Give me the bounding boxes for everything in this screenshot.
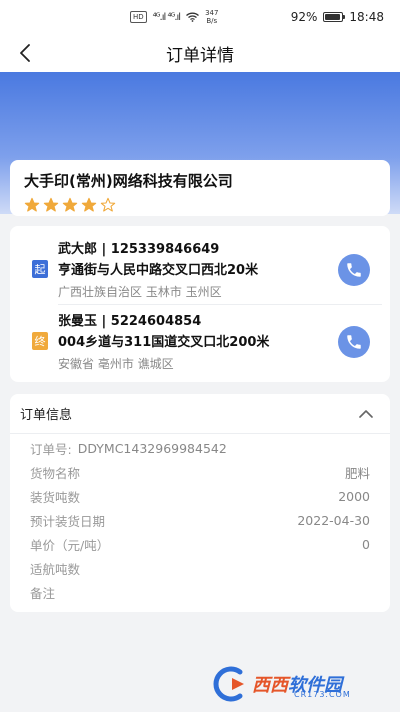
order-info-header[interactable]: 订单信息 <box>10 394 390 434</box>
watermark-logo-icon <box>213 666 244 702</box>
end-region: 安徽省 亳州市 谯城区 <box>58 357 174 371</box>
end-tag: 终 <box>32 332 48 350</box>
battery-icon <box>323 12 346 22</box>
network-speed: 347 B/s <box>205 9 218 25</box>
order-row-label: 装货吨数 <box>30 489 81 505</box>
hd-badge: HD <box>130 11 147 23</box>
order-row-label: 预计装货日期 <box>30 513 106 529</box>
order-number-row: 订单号: DDYMC1432969984542 <box>10 436 390 460</box>
status-right: 92% 18:48 <box>291 10 384 24</box>
order-row-value: 2022-04-30 <box>297 512 370 528</box>
company-name: 大手印(常州)网络科技有限公司 <box>24 172 233 190</box>
order-row: 适航吨数 <box>10 556 390 580</box>
watermark: 西西 软件园 CR173.COM <box>210 664 378 704</box>
star-filled-icon <box>81 197 97 212</box>
watermark-url: CR173.COM <box>294 690 351 699</box>
collapse-button[interactable] <box>356 404 376 424</box>
order-row: 货物名称 肥料 <box>10 460 390 484</box>
order-info-card: 订单信息 订单号: DDYMC1432969984542 货物名称 肥料 装货吨… <box>10 394 390 612</box>
phone-icon <box>347 263 361 277</box>
order-row: 装货吨数 2000 <box>10 484 390 508</box>
order-row-label: 单价（元/吨） <box>30 537 110 553</box>
battery-percent: 92% <box>290 10 318 24</box>
order-row-label: 备注 <box>30 585 56 601</box>
route-end: 终 张曼玉 | 5224604854 004乡道与311国道交叉口北200米 安… <box>10 308 390 380</box>
start-info: 武大郎 | 125339846649 亨通街与人民中路交叉口西北20米 广西壮族… <box>58 240 328 302</box>
star-filled-icon <box>62 197 78 212</box>
signal-icon: ⁴ᴳ.ıl ⁴ᴳ.ıl <box>152 11 181 23</box>
clock: 18:48 <box>349 10 384 24</box>
order-row: 备注 <box>10 580 390 604</box>
route-divider <box>58 304 382 305</box>
start-region: 广西壮族自治区 玉林市 玉州区 <box>58 285 222 299</box>
speed-unit: B/s <box>206 17 218 25</box>
order-info-rows: 订单号: DDYMC1432969984542 货物名称 肥料 装货吨数 200… <box>10 436 390 604</box>
order-row: 单价（元/吨） 0 <box>10 532 390 556</box>
company-card: 大手印(常州)网络科技有限公司 <box>10 160 390 216</box>
end-address: 004乡道与311国道交叉口北200米 <box>58 335 270 350</box>
status-left: HD ⁴ᴳ.ıl ⁴ᴳ.ıl 347 B/s <box>130 9 218 25</box>
nav-bar: 订单详情 <box>0 34 400 72</box>
wifi-icon <box>186 12 200 22</box>
speed-value: 347 <box>205 9 219 17</box>
star-filled-icon <box>24 197 40 212</box>
call-end-button[interactable] <box>338 326 370 358</box>
chevron-left-icon <box>20 44 30 62</box>
route-start: 起 武大郎 | 125339846649 亨通街与人民中路交叉口西北20米 广西… <box>10 236 390 308</box>
chevron-up-icon <box>359 409 373 418</box>
back-button[interactable] <box>12 40 38 66</box>
order-row-value: 肥料 <box>344 465 370 481</box>
call-start-button[interactable] <box>338 254 370 286</box>
order-row-label: 适航吨数 <box>30 561 81 577</box>
route-card: 起 武大郎 | 125339846649 亨通街与人民中路交叉口西北20米 广西… <box>10 226 390 382</box>
status-bar: HD ⁴ᴳ.ıl ⁴ᴳ.ıl 347 B/s 92% 18:48 <box>0 0 400 34</box>
end-contact: 张曼玉 | 5224604854 <box>58 314 202 329</box>
start-contact: 武大郎 | 125339846649 <box>58 242 220 257</box>
order-row-label: 货物名称 <box>30 465 81 481</box>
start-address: 亨通街与人民中路交叉口西北20米 <box>58 263 259 278</box>
page-title: 订单详情 <box>166 45 234 66</box>
star-empty-icon <box>100 197 116 212</box>
end-info: 张曼玉 | 5224604854 004乡道与311国道交叉口北200米 安徽省… <box>58 312 328 374</box>
order-number-label: 订单号: <box>30 441 72 457</box>
order-info-title: 订单信息 <box>20 408 73 423</box>
battery-fill <box>325 14 341 20</box>
order-number-value: DDYMC1432969984542 <box>77 440 227 456</box>
order-row-value: 0 <box>362 536 370 552</box>
rating-stars <box>24 197 376 213</box>
order-row: 预计装货日期 2022-04-30 <box>10 508 390 532</box>
phone-icon <box>347 335 361 349</box>
start-tag: 起 <box>32 260 48 278</box>
order-row-value: 2000 <box>338 488 370 504</box>
star-filled-icon <box>43 197 59 212</box>
watermark-brand-a: 西西 <box>252 675 288 696</box>
